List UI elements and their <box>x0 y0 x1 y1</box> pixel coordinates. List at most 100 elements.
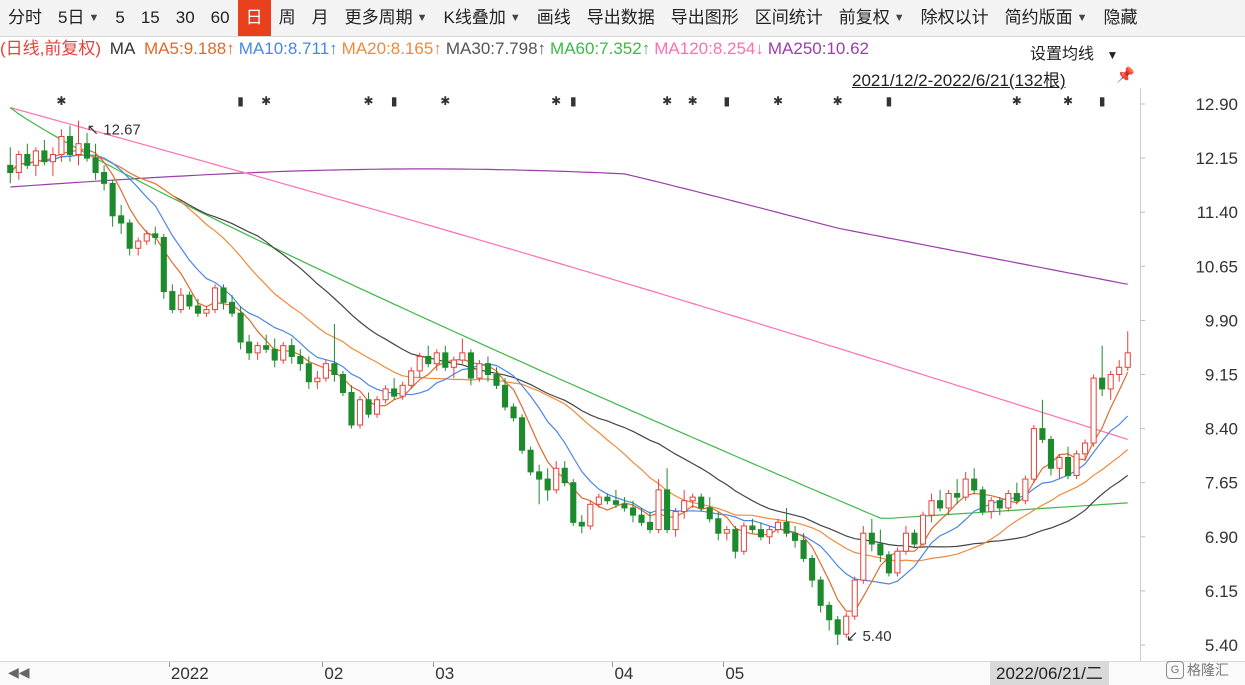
candle-body <box>484 363 492 375</box>
candle-body <box>425 355 432 365</box>
candle-body <box>519 417 526 451</box>
candle-body <box>681 500 688 513</box>
candle-body <box>1073 453 1080 476</box>
y-tick-label: 6.15 <box>1205 582 1238 601</box>
candle-body <box>740 525 747 552</box>
event-marker-icon: ✱ <box>440 94 450 108</box>
event-marker-icon: ✱ <box>662 94 672 108</box>
candle-body <box>237 312 244 343</box>
ma60-line <box>9 107 1128 519</box>
candle-body <box>331 363 338 375</box>
candle-body <box>118 215 125 224</box>
candle-body <box>339 374 347 394</box>
event-marker-icon: ▮ <box>724 94 731 108</box>
candle-body <box>450 359 457 368</box>
candle-body <box>288 345 295 357</box>
candle-body <box>459 352 466 361</box>
candle-body <box>1090 377 1097 444</box>
candle-body <box>527 449 534 473</box>
candle-body <box>476 363 483 379</box>
candle-body <box>399 384 406 397</box>
candle-body <box>271 348 278 361</box>
candle-body <box>322 363 329 379</box>
candle-body <box>646 521 654 531</box>
candle-body <box>860 532 867 581</box>
candle-body <box>24 153 31 166</box>
candle-body <box>928 500 935 516</box>
candle-body <box>664 489 671 531</box>
x-axis[interactable]: ◀◀ 2022/06/21/二 2022 02 03 04 05 <box>0 661 1245 685</box>
candle-body <box>962 478 969 498</box>
candle-body <box>988 500 995 513</box>
candle-body <box>902 532 910 552</box>
scroll-left-icon[interactable]: ◀◀ <box>8 664 30 681</box>
candle-body <box>971 478 978 491</box>
ma10-line <box>9 154 1129 585</box>
candlestick-chart[interactable]: 12.90 12.15 11.40 10.65 9.90 9.15 8.40 7.65 6.90… <box>0 0 1245 661</box>
y-tick-label: 9.15 <box>1205 366 1238 385</box>
x-tick-mark <box>433 662 435 667</box>
candle-body <box>766 529 773 538</box>
candle-body <box>621 503 628 509</box>
watermark-text: 格隆汇 <box>1187 662 1229 678</box>
candle-body <box>143 233 150 242</box>
ma5-line <box>9 148 1129 612</box>
candle-body <box>186 294 193 307</box>
candle-body <box>911 532 918 545</box>
candle-body <box>297 355 304 365</box>
event-marker-icon: ▮ <box>1099 94 1106 108</box>
candle-body <box>553 467 560 491</box>
event-marker-icon: ✱ <box>833 94 843 108</box>
event-marker-icon: ✱ <box>773 94 783 108</box>
y-tick-label: 12.90 <box>1195 95 1238 114</box>
x-tick-label: 2022 <box>170 664 209 683</box>
candle-body <box>757 529 764 538</box>
x-tick-label: 04 <box>614 664 634 683</box>
brand-logo-icon: G <box>1166 661 1184 679</box>
y-tick-label: 8.40 <box>1205 420 1238 439</box>
y-tick-label: 6.90 <box>1205 528 1238 547</box>
candle-body <box>220 287 227 303</box>
candle-body <box>774 521 782 531</box>
candle-body <box>169 291 176 311</box>
x-tick-mark <box>612 662 614 667</box>
candle-body <box>1022 478 1029 502</box>
x-tick-label: 02 <box>324 664 344 683</box>
x-tick-mark <box>723 662 725 667</box>
candle-body <box>211 287 219 311</box>
candle-body <box>7 164 14 174</box>
candle-body <box>348 392 355 426</box>
candle-body <box>629 507 637 516</box>
candle-body <box>723 529 730 534</box>
y-axis-border <box>1140 88 1141 661</box>
event-marker-icon: ✱ <box>364 94 374 108</box>
candle-body <box>834 619 841 635</box>
candle-body <box>979 489 986 513</box>
candle-body <box>817 579 824 606</box>
candle-body <box>92 157 99 174</box>
x-tick-label: 05 <box>725 664 745 683</box>
candle-body <box>851 579 858 617</box>
low-price-annotation: ↙ 5.40 <box>846 628 892 645</box>
candle-body <box>391 388 398 397</box>
candle-body <box>41 150 48 163</box>
candle-body <box>314 377 321 383</box>
candle-body <box>374 399 381 415</box>
y-tick-label: 11.40 <box>1197 203 1238 222</box>
event-marker-icon: ▮ <box>237 94 244 108</box>
x-tick-mark <box>322 662 324 667</box>
candle-body <box>493 374 500 386</box>
ma30-line <box>9 154 1129 549</box>
candle-body <box>263 345 270 350</box>
candle-body <box>408 370 415 386</box>
x-tick-mark <box>168 662 170 667</box>
candle-body <box>246 341 253 354</box>
event-marker-icon: ▮ <box>391 94 398 108</box>
event-marker-icon: ▮ <box>886 94 893 108</box>
candle-body <box>126 222 133 249</box>
candle-body <box>442 352 449 368</box>
event-marker-icon: ✱ <box>1012 94 1022 108</box>
candle-body <box>809 557 816 581</box>
candle-body <box>203 309 210 314</box>
candle-body <box>416 355 423 372</box>
